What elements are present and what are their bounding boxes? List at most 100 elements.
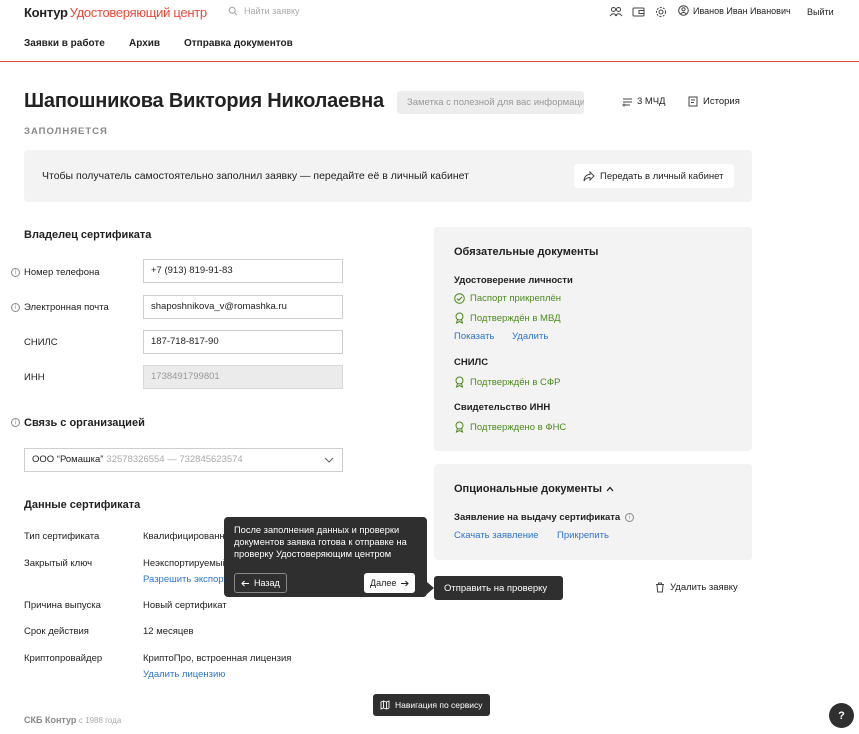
user-menu[interactable]: Иванов Иван Иванович (678, 5, 791, 16)
allow-export-link[interactable]: Разрешить экспорт (143, 574, 228, 585)
key-label: Закрытый ключ (24, 558, 93, 569)
email-label: Электронная почта (24, 302, 109, 313)
user-icon (678, 5, 689, 16)
info-icon[interactable]: i (11, 418, 20, 427)
help-button[interactable]: ? (829, 703, 854, 728)
users-icon[interactable] (609, 6, 623, 18)
trash-icon (656, 582, 664, 593)
mvd-status-text: Подтверждён в МВД (470, 312, 561, 324)
transfer-button-label: Передать в личный кабинет (600, 170, 724, 182)
inn-field: 1738491799801 (143, 365, 343, 389)
snils-field[interactable]: 187-718-817-90 (143, 330, 343, 354)
mchd-button[interactable]: 3 МЧД (622, 96, 666, 107)
inn-label: ИНН (24, 372, 45, 383)
sfr-status-text: Подтверждён в СФР (470, 376, 561, 388)
search-input[interactable]: Найти заявку (244, 6, 300, 16)
passport-attached-status: Паспорт прикреплён (454, 293, 561, 304)
owner-section-title: Владелец сертификата (24, 229, 152, 241)
nav-documents-sending[interactable]: Отправка документов (184, 38, 293, 49)
delete-license-link[interactable]: Удалить лицензию (143, 669, 225, 680)
key-value: Неэкспортируемый (143, 558, 228, 569)
service-navigation-button[interactable]: Навигация по сервису (373, 694, 490, 716)
footer-brand-name: СКБ Контур (24, 715, 77, 725)
footer-brand: СКБ Контур с 1988 года (24, 715, 121, 725)
delete-request-button[interactable]: Удалить заявку (655, 582, 738, 593)
nav-requests-in-progress[interactable]: Заявки в работе (24, 38, 105, 49)
info-icon[interactable]: i (625, 513, 635, 522)
org-name: ООО “Ромашка” (32, 454, 104, 465)
cert-type-label: Тип сертификата (24, 531, 100, 542)
tooltip-back-button[interactable]: Назад (234, 573, 287, 593)
fns-status-text: Подтверждено в ФНС (470, 421, 567, 433)
sfr-verified-status: Подтверждён в СФР (454, 376, 560, 388)
delete-id-link[interactable]: Удалить (512, 331, 548, 342)
show-id-link[interactable]: Показать (454, 331, 494, 342)
share-icon (583, 170, 595, 181)
info-icon[interactable]: i (11, 303, 20, 312)
service-navigation-label: Навигация по сервису (395, 700, 483, 710)
arrow-right-icon (401, 580, 410, 586)
transfer-to-cabinet-button[interactable]: Передать в личный кабинет (574, 164, 734, 188)
gear-icon[interactable] (655, 6, 667, 18)
footer-since: с 1988 года (78, 716, 122, 725)
tooltip-next-label: Далее (370, 578, 397, 588)
optional-docs-toggle[interactable]: Опциональные документы (454, 483, 614, 495)
statement-row: Заявление на выдачу сертификата i (454, 512, 635, 523)
cert-section-title: Данные сертификата (24, 499, 141, 511)
mvd-verified-status: Подтверждён в МВД (454, 312, 561, 324)
header-divider (0, 61, 859, 62)
user-name: Иванов Иван Иванович (693, 5, 791, 16)
tooltip-arrow (427, 582, 434, 594)
search-bar[interactable]: Найти заявку (228, 6, 300, 16)
note-input[interactable]: Заметка с полезной для вас информацией (397, 91, 584, 114)
reason-label: Причина выпуска (24, 600, 101, 611)
tooltip-back-label: Назад (254, 578, 280, 588)
history-label: История (703, 96, 740, 107)
check-circle-icon (454, 293, 465, 304)
snils-doc-title: СНИЛС (454, 357, 489, 368)
inn-doc-title: Свидетельство ИНН (454, 402, 551, 413)
status-badge: ЗАПОЛНЯЕТСЯ (24, 126, 108, 137)
phone-field[interactable]: +7 (913) 819-91-83 (143, 259, 343, 283)
search-icon (228, 6, 238, 16)
page-title: Шапошникова Виктория Николаевна (24, 90, 384, 112)
term-value: 12 месяцев (143, 626, 194, 637)
snils-label: СНИЛС (24, 337, 58, 348)
org-codes: 32578326554 — 732845623574 (106, 454, 243, 465)
logo[interactable]: Контур Удостоверяющий центр (24, 5, 207, 20)
required-docs-title: Обязательные документы (454, 246, 599, 258)
reason-value: Новый сертификат (143, 600, 227, 611)
email-field[interactable]: shaposhnikova_v@romashka.ru (143, 295, 343, 319)
history-icon (688, 96, 698, 107)
chevron-down-icon (324, 457, 334, 463)
logo-product: Удостоверяющий центр (69, 5, 207, 20)
crypto-value: КриптоПро, встроенная лицензия (143, 653, 292, 664)
org-select[interactable]: ООО “Ромашка” 32578326554 — 732845623574 (24, 448, 343, 472)
chevron-up-icon (606, 486, 614, 492)
attach-statement-link[interactable]: Прикрепить (557, 530, 609, 541)
award-icon (455, 376, 464, 388)
nav-archive[interactable]: Архив (129, 38, 160, 49)
history-button[interactable]: История (688, 96, 740, 107)
id-doc-title: Удостоверение личности (454, 275, 573, 286)
map-icon (380, 700, 390, 710)
logout-link[interactable]: Выйти (807, 7, 834, 17)
send-for-review-button[interactable]: Отправить на проверку (434, 576, 563, 600)
fns-verified-status: Подтверждено в ФНС (454, 421, 566, 433)
logo-brand: Контур (24, 5, 68, 20)
statement-title: Заявление на выдачу сертификата (454, 512, 621, 523)
info-icon[interactable]: i (11, 268, 20, 277)
banner-text: Чтобы получатель самостоятельно заполнил… (42, 170, 469, 182)
tooltip-text: После заполнения данных и проверки докум… (234, 525, 407, 559)
org-section-title: Связь с организацией (24, 417, 145, 429)
term-label: Срок действия (24, 626, 89, 637)
tooltip-next-button[interactable]: Далее (364, 573, 416, 593)
optional-docs-title: Опциональные документы (454, 483, 603, 495)
download-statement-link[interactable]: Скачать заявление (454, 530, 539, 541)
mchd-label: 3 МЧД (637, 96, 666, 107)
phone-label: Номер телефона (24, 267, 100, 278)
crypto-label: Криптопровайдер (24, 653, 103, 664)
award-icon (455, 421, 464, 433)
wallet-icon[interactable] (632, 6, 645, 18)
arrow-left-icon (241, 580, 249, 586)
